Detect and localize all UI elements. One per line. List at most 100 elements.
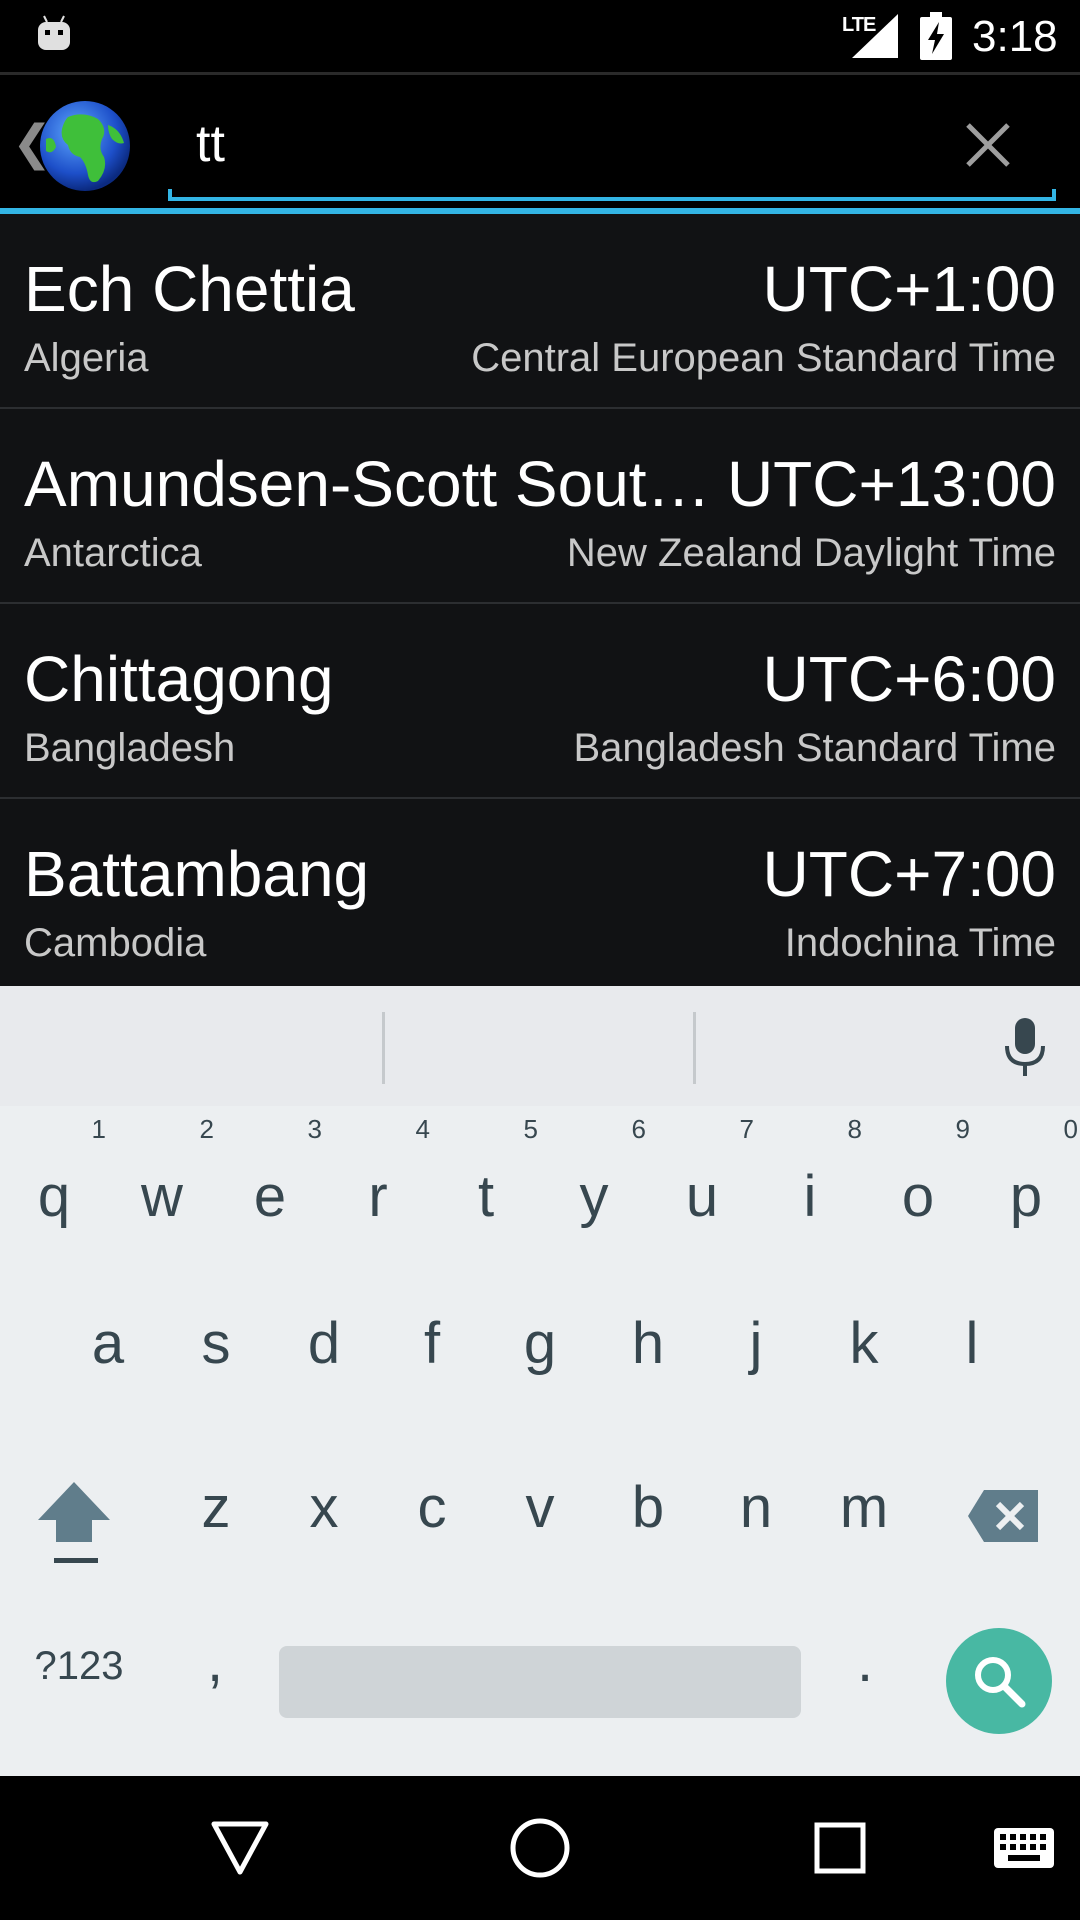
backspace-icon[interactable] xyxy=(966,1488,1042,1544)
space-key[interactable] xyxy=(279,1646,801,1718)
search-key[interactable] xyxy=(946,1628,1052,1734)
list-item[interactable]: Amundsen-Scott Sout… UTC+13:00 Antarctic… xyxy=(0,409,1080,604)
key-hint: 1 xyxy=(91,1114,106,1144)
key-label: s xyxy=(201,1310,231,1376)
country-name: Algeria xyxy=(24,336,149,380)
timezone-name: Indochina Time xyxy=(784,921,1056,965)
key-label: k xyxy=(849,1310,879,1376)
android-icon xyxy=(38,15,70,50)
key-hint: 8 xyxy=(847,1114,862,1144)
country-name: Bangladesh xyxy=(24,726,236,770)
key-v[interactable]: v xyxy=(486,1432,594,1582)
suggestion-divider xyxy=(382,1012,385,1084)
timezone-name: Central European Standard Time xyxy=(471,336,1056,380)
city-name: Ech Chettia xyxy=(24,253,355,325)
suggestion-divider xyxy=(693,1012,696,1084)
key-d[interactable]: d xyxy=(270,1268,378,1418)
home-circle-icon xyxy=(510,1818,570,1878)
key-label: i xyxy=(803,1163,817,1229)
key-hint: 5 xyxy=(523,1114,538,1144)
timezone-name: Bangladesh Standard Time xyxy=(573,726,1056,770)
key-q[interactable]: 1q xyxy=(0,1104,108,1254)
key-j[interactable]: j xyxy=(702,1268,810,1418)
symbols-key[interactable]: ?123 xyxy=(24,1626,134,1706)
keyboard-icon xyxy=(994,1828,1054,1868)
nav-home-button[interactable] xyxy=(504,1812,576,1884)
utc-offset: UTC+13:00 xyxy=(726,448,1056,520)
back-triangle-icon xyxy=(211,1821,269,1875)
key-label: h xyxy=(631,1310,665,1376)
close-icon[interactable] xyxy=(948,105,1028,185)
key-label: y xyxy=(579,1163,609,1229)
search-field[interactable] xyxy=(168,95,1056,201)
key-h[interactable]: h xyxy=(594,1268,702,1418)
key-m[interactable]: m xyxy=(810,1432,918,1582)
list-item[interactable]: Ech Chettia UTC+1:00 Algeria Central Eur… xyxy=(0,214,1080,409)
search-input[interactable] xyxy=(196,109,896,179)
shift-icon[interactable] xyxy=(34,1478,114,1568)
key-label: v xyxy=(525,1474,555,1540)
key-c[interactable]: c xyxy=(378,1432,486,1582)
mic-icon[interactable] xyxy=(998,1016,1052,1080)
key-label: f xyxy=(423,1310,441,1376)
key-label: a xyxy=(91,1310,125,1376)
key-label: q xyxy=(37,1163,71,1229)
key-a[interactable]: a xyxy=(54,1268,162,1418)
key-b[interactable]: b xyxy=(594,1432,702,1582)
key-hint: 0 xyxy=(1063,1114,1078,1144)
key-o[interactable]: 9o xyxy=(864,1104,972,1254)
city-name: Chittagong xyxy=(24,643,334,715)
key-p[interactable]: 0p xyxy=(972,1104,1080,1254)
period-key[interactable]: . xyxy=(820,1616,910,1706)
list-item[interactable]: Battambang UTC+7:00 Cambodia Indochina T… xyxy=(0,799,1080,986)
navigation-bar xyxy=(0,1776,1080,1920)
city-name: Battambang xyxy=(24,838,370,910)
key-label: b xyxy=(631,1474,665,1540)
utc-offset: UTC+6:00 xyxy=(762,643,1056,715)
key-label: m xyxy=(839,1474,889,1540)
comma-key[interactable]: , xyxy=(170,1616,260,1706)
city-name: Amundsen-Scott Sout… xyxy=(24,448,711,520)
country-name: Antarctica xyxy=(24,531,202,575)
key-r[interactable]: 4r xyxy=(324,1104,432,1254)
key-hint: 2 xyxy=(199,1114,214,1144)
key-label: z xyxy=(201,1474,231,1540)
key-e[interactable]: 3e xyxy=(216,1104,324,1254)
key-s[interactable]: s xyxy=(162,1268,270,1418)
key-u[interactable]: 7u xyxy=(648,1104,756,1254)
status-bar: LTE 3:18 xyxy=(0,0,1080,72)
key-g[interactable]: g xyxy=(486,1268,594,1418)
key-label: x xyxy=(309,1474,339,1540)
key-label: p xyxy=(1009,1163,1043,1229)
key-f[interactable]: f xyxy=(378,1268,486,1418)
nav-keyboard-button[interactable] xyxy=(984,1812,1064,1884)
search-icon xyxy=(975,1657,1026,1708)
key-label: n xyxy=(739,1474,773,1540)
key-k[interactable]: k xyxy=(810,1268,918,1418)
key-z[interactable]: z xyxy=(162,1432,270,1582)
results-list: Ech Chettia UTC+1:00 Algeria Central Eur… xyxy=(0,214,1080,986)
list-item[interactable]: Chittagong UTC+6:00 Bangladesh Banglades… xyxy=(0,604,1080,799)
recents-square-icon xyxy=(814,1822,866,1874)
key-t[interactable]: 5t xyxy=(432,1104,540,1254)
key-label: g xyxy=(523,1310,557,1376)
globe-icon[interactable] xyxy=(38,99,132,193)
utc-offset: UTC+1:00 xyxy=(762,253,1056,325)
key-y[interactable]: 6y xyxy=(540,1104,648,1254)
key-hint: 4 xyxy=(415,1114,430,1144)
key-w[interactable]: 2w xyxy=(108,1104,216,1254)
search-underline xyxy=(168,189,1056,201)
nav-back-button[interactable] xyxy=(204,1812,276,1884)
key-i[interactable]: 8i xyxy=(756,1104,864,1254)
key-x[interactable]: x xyxy=(270,1432,378,1582)
key-hint: 9 xyxy=(955,1114,970,1144)
key-label: o xyxy=(901,1163,935,1229)
key-n[interactable]: n xyxy=(702,1432,810,1582)
key-label: u xyxy=(685,1163,719,1229)
nav-recents-button[interactable] xyxy=(804,1812,876,1884)
timezone-name: New Zealand Daylight Time xyxy=(566,531,1056,575)
key-label: j xyxy=(749,1310,763,1376)
signal-icon xyxy=(852,14,898,58)
key-label: e xyxy=(253,1163,287,1229)
key-l[interactable]: l xyxy=(918,1268,1026,1418)
